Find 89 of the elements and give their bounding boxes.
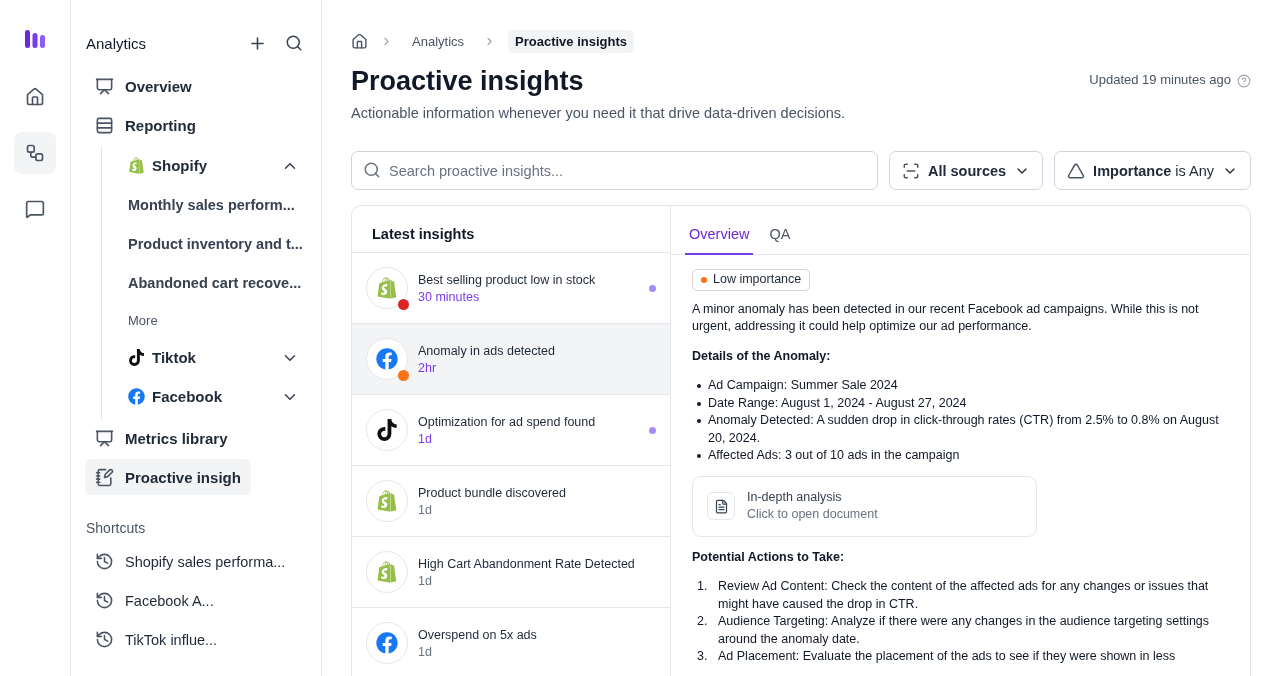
action-item: Ad Placement: Evaluate the placement of the ads to see if they were shown in less xyxy=(718,648,1176,665)
detail-item: Date Range: August 1, 2024 - August 27, 2024 xyxy=(708,394,967,412)
notebook-icon xyxy=(95,467,114,487)
item-number: 1. xyxy=(697,578,709,595)
report-item[interactable]: Abandoned cart recove... xyxy=(112,263,307,302)
nav-group[interactable]: Tiktok xyxy=(112,338,307,377)
history-icon xyxy=(95,630,114,649)
insight-time: 30 minutes xyxy=(418,289,481,304)
facebook-icon xyxy=(376,348,398,370)
document-subtitle: Click to open document xyxy=(747,506,878,523)
search-icon xyxy=(363,161,381,179)
nav-item[interactable]: Overview xyxy=(85,68,202,104)
page-subtitle: Actionable information whenever you need it that drive data-driven decisions. xyxy=(351,105,847,121)
search-icon xyxy=(285,34,303,52)
detail-item: Ad Campaign: Summer Sale 2024 xyxy=(708,377,898,394)
shopping-bag-icon xyxy=(128,157,145,174)
nav-group[interactable]: Facebook xyxy=(112,377,307,416)
updated-text: Updated 19 minutes ago xyxy=(1089,72,1231,87)
music-note-icon xyxy=(376,419,398,441)
insight-title: Optimization for ad spend found xyxy=(418,414,597,429)
search-field[interactable]: Search proactive insights... xyxy=(351,151,878,190)
insight-time: 1d xyxy=(418,502,433,517)
report-item[interactable]: Product inventory and t... xyxy=(112,224,307,263)
nav-item[interactable]: Proactive insigh xyxy=(85,459,251,495)
music-note-icon xyxy=(128,349,145,366)
insight-title: Overspend on 5x ads xyxy=(418,627,538,642)
bullet-dot xyxy=(697,419,701,423)
nav-group-label: Shopify xyxy=(152,157,207,174)
document-title: In-depth analysis xyxy=(747,488,843,506)
intro-text: A minor anomaly has been detected in our recent Facebook ad campaigns. While this is not urgent, addressing it could help optimize our ad performance. xyxy=(692,300,1200,335)
sources-dropdown[interactable]: All sources xyxy=(888,151,1044,190)
history-icon xyxy=(95,552,114,571)
breadcrumb-link[interactable]: Proactive insights xyxy=(508,29,634,53)
action-item: Review Ad Content: Check the content of the affected ads for any changes or issues that might have caused the drop in CTR. xyxy=(718,578,1210,613)
report-item[interactable]: Monthly sales perform... xyxy=(112,185,307,224)
insight-time: 1d xyxy=(418,644,433,659)
nav-item[interactable]: Metrics library xyxy=(85,420,238,456)
sidebar-title: Analytics xyxy=(86,34,148,52)
shortcut-item[interactable]: Shopify sales performa... xyxy=(85,542,307,581)
bullet-dot xyxy=(697,384,701,388)
nav-group-label: Tiktok xyxy=(152,349,196,366)
insight-time: 1d xyxy=(418,573,433,588)
nav-group-label: Facebook xyxy=(152,388,223,405)
workflow-icon[interactable] xyxy=(14,132,56,174)
shopping-bag-icon xyxy=(376,561,398,583)
section-title: Shortcuts xyxy=(86,520,147,536)
history-icon xyxy=(95,591,114,610)
importance-filter-label: Importance is Any xyxy=(1093,162,1214,179)
more-link[interactable]: More xyxy=(112,302,307,338)
presentation-icon xyxy=(95,76,114,96)
section-heading: Details of the Anomaly: xyxy=(692,347,832,365)
item-number: 2. xyxy=(697,613,709,630)
nav-group[interactable]: Shopify xyxy=(112,146,307,185)
insight-row[interactable]: Anomaly in ads detected 2hr xyxy=(352,323,670,394)
bullet-dot xyxy=(697,454,701,458)
page-title: Proactive insights xyxy=(351,66,585,97)
detail-item: Anomaly Detected: A sudden drop in click-through rates (CTR) from 2.5% to 0.8% on August 20, 2024. xyxy=(708,412,1220,447)
tab[interactable]: QA xyxy=(765,226,795,255)
logo-icon xyxy=(25,30,45,48)
item-number: 3. xyxy=(697,648,709,665)
facebook-icon xyxy=(376,632,398,654)
importance-label: Low importance xyxy=(713,271,802,288)
presentation-icon xyxy=(95,428,114,448)
scan-icon xyxy=(901,161,920,180)
shopping-bag-icon xyxy=(376,277,398,299)
nav-item[interactable]: Reporting xyxy=(85,107,206,143)
shortcut-item[interactable]: TikTok influe... xyxy=(85,620,307,659)
importance-dropdown[interactable]: Importance is Any xyxy=(1054,151,1251,190)
detail-item: Affected Ads: 3 out of 10 ads in the campaign xyxy=(708,447,960,464)
insight-title: High Cart Abandonment Rate Detected xyxy=(418,556,636,571)
shortcut-item[interactable]: Facebook A... xyxy=(85,581,307,620)
insight-time: 2hr xyxy=(418,360,438,375)
breadcrumb-link[interactable]: Analytics xyxy=(405,29,472,53)
section-heading: Potential Actions to Take: xyxy=(692,548,846,566)
insight-title: Anomaly in ads detected xyxy=(418,343,556,358)
home-icon[interactable] xyxy=(351,32,368,50)
list-icon xyxy=(95,115,114,135)
facebook-icon xyxy=(128,388,145,405)
insight-title: Product bundle discovered xyxy=(418,485,567,500)
triangle-icon xyxy=(1067,161,1086,180)
insight-title: Best selling product low in stock xyxy=(418,272,597,287)
tab[interactable]: Overview xyxy=(685,226,754,255)
document-card[interactable]: In-depth analysis Click to open document xyxy=(692,475,1037,537)
bullet-dot xyxy=(697,401,701,406)
document-icon xyxy=(707,492,735,520)
list-title: Latest insights xyxy=(371,225,476,244)
action-item: Audience Targeting: Analyze if there were any changes in the audience targeting settings around the anomaly date. xyxy=(718,613,1211,648)
insight-time: 1d xyxy=(418,431,433,446)
shopping-bag-icon xyxy=(376,490,398,512)
